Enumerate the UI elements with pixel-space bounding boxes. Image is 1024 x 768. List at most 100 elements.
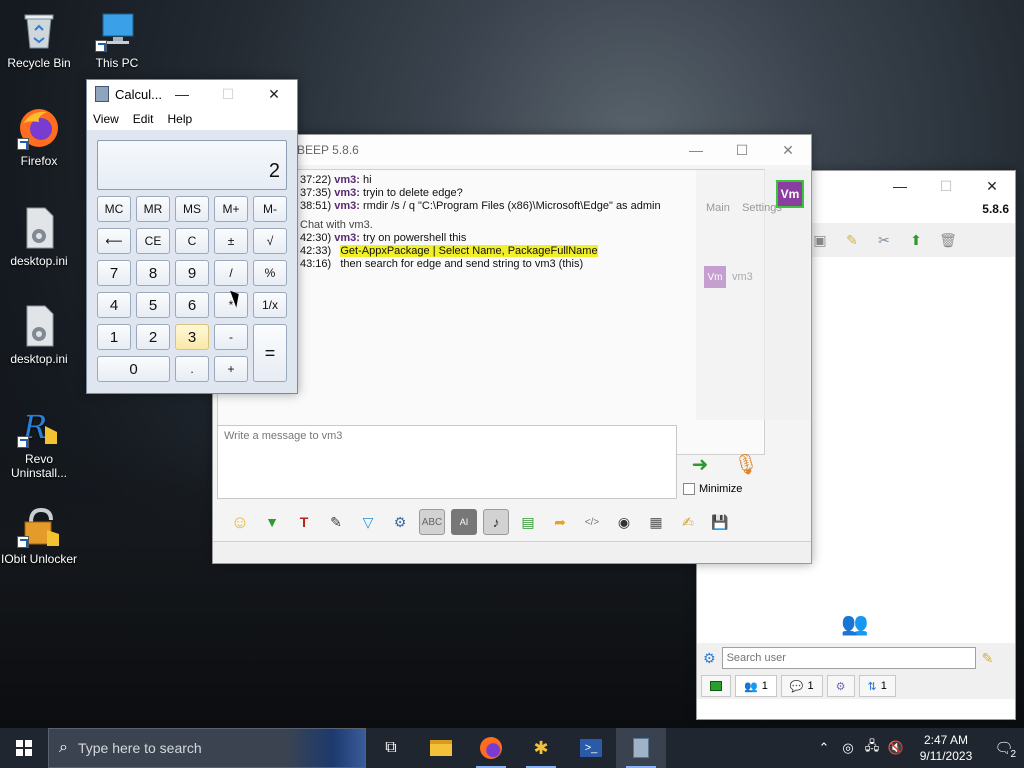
spellcheck-icon[interactable]: ABC bbox=[419, 509, 445, 535]
bottom-tab-chat[interactable]: 💬 1 bbox=[780, 675, 823, 697]
desktop-icon-desktop-ini-2[interactable]: desktop.ini bbox=[0, 304, 78, 366]
digit-1-button[interactable]: 1 bbox=[97, 324, 131, 350]
trash-icon[interactable]: 🗑 bbox=[935, 227, 961, 253]
sqrt-button[interactable]: √ bbox=[253, 228, 287, 254]
equals-button[interactable]: = bbox=[253, 324, 287, 382]
update-icon[interactable]: ⬆ bbox=[903, 227, 929, 253]
clear-button[interactable]: C bbox=[175, 228, 209, 254]
music-icon[interactable]: ♪ bbox=[483, 509, 509, 535]
chat-log[interactable]: 37:22) vm3: hi 37:35) vm3: tryin to dele… bbox=[217, 169, 765, 455]
microphone-icon[interactable]: 🎙 bbox=[733, 449, 758, 479]
desktop-icon-this-pc[interactable]: This PC bbox=[78, 8, 156, 70]
desktop-icon-iobit-unlocker[interactable]: IObit Unlocker bbox=[0, 504, 78, 566]
desktop-icon-revo-uninstaller[interactable]: R Revo Uninstall... bbox=[0, 404, 78, 480]
edit-icon[interactable]: ✎ bbox=[839, 227, 865, 253]
menu-edit[interactable]: Edit bbox=[133, 112, 154, 126]
mc-button[interactable]: MC bbox=[97, 196, 131, 222]
digit-8-button[interactable]: 8 bbox=[136, 260, 170, 286]
start-button[interactable] bbox=[0, 728, 48, 768]
reciprocal-button[interactable]: 1/x bbox=[253, 292, 287, 318]
note-icon[interactable]: ✍ bbox=[675, 509, 701, 535]
gears-icon[interactable]: ⚙ bbox=[387, 509, 413, 535]
task-view-button[interactable]: ⧉ bbox=[366, 728, 416, 768]
down-arrow-icon[interactable]: ▼ bbox=[259, 509, 285, 535]
contact-row[interactable]: Vm vm3 bbox=[704, 266, 753, 288]
backspace-button[interactable]: ⟵ bbox=[97, 228, 131, 254]
clock[interactable]: 2:47 AM 9/11/2023 bbox=[908, 732, 984, 764]
network-icon[interactable]: 🖧 bbox=[860, 737, 884, 759]
calculator-window: Calcul... — ☐ ✕ View Edit Help 2 MC MR M… bbox=[86, 79, 298, 394]
minimize-checkbox[interactable] bbox=[683, 483, 695, 495]
notification-center-button[interactable]: 🗨 2 bbox=[984, 728, 1024, 768]
add-button[interactable]: + bbox=[214, 356, 248, 382]
digit-9-button[interactable]: 9 bbox=[175, 260, 209, 286]
minimize-button[interactable]: — bbox=[159, 80, 205, 108]
message-compose-box[interactable]: Write a message to vm3 bbox=[217, 425, 677, 499]
close-button[interactable]: ✕ bbox=[969, 171, 1015, 201]
digit-0-button[interactable]: 0 bbox=[97, 356, 170, 382]
font-icon[interactable]: T bbox=[291, 509, 317, 535]
beep-bottom-tabs: 👥 1 💬 1 ⚙ ⇅ 1 bbox=[697, 673, 1015, 699]
ai-icon[interactable]: AI bbox=[451, 509, 477, 535]
negate-button[interactable]: ± bbox=[214, 228, 248, 254]
firefox-taskbar-button[interactable] bbox=[466, 728, 516, 768]
gear-icon[interactable]: ⚙ bbox=[703, 650, 716, 667]
chevron-up-icon[interactable]: ⌃ bbox=[812, 740, 836, 756]
save-icon[interactable]: 💾 bbox=[707, 509, 733, 535]
camera-icon[interactable]: ◉ bbox=[611, 509, 637, 535]
subtract-button[interactable]: - bbox=[214, 324, 248, 350]
taskbar-search-box[interactable]: ⌕ Type here to search bbox=[48, 728, 366, 768]
minimize-button[interactable]: — bbox=[877, 171, 923, 201]
minimize-button[interactable]: — bbox=[673, 135, 719, 165]
digit-4-button[interactable]: 4 bbox=[97, 292, 131, 318]
document-arrow-icon[interactable]: ▤ bbox=[515, 509, 541, 535]
shortcut-arrow-icon bbox=[17, 138, 29, 150]
calculator-taskbar-button[interactable] bbox=[616, 728, 666, 768]
search-user-input[interactable] bbox=[721, 647, 976, 669]
mr-button[interactable]: MR bbox=[136, 196, 170, 222]
decimal-button[interactable]: . bbox=[175, 356, 209, 382]
desktop-icon-desktop-ini-1[interactable]: desktop.ini bbox=[0, 206, 78, 268]
tools-icon[interactable]: ✂ bbox=[871, 227, 897, 253]
percent-button[interactable]: % bbox=[253, 260, 287, 286]
bottom-tab-users[interactable]: 👥 1 bbox=[735, 675, 777, 697]
volume-muted-icon[interactable]: 🔇 bbox=[884, 740, 908, 756]
display-value: 2 bbox=[268, 160, 280, 182]
bottom-tab-group[interactable]: ⚙ bbox=[826, 675, 855, 697]
powershell-taskbar-button[interactable]: >_ bbox=[566, 728, 616, 768]
m-minus-button[interactable]: M- bbox=[253, 196, 287, 222]
menu-help[interactable]: Help bbox=[167, 112, 192, 126]
digit-3-button[interactable]: 3 bbox=[175, 324, 209, 350]
html-icon[interactable]: ▦ bbox=[643, 509, 669, 535]
m-plus-button[interactable]: M+ bbox=[214, 196, 248, 222]
desktop-icon-recycle-bin[interactable]: Recycle Bin bbox=[0, 8, 78, 70]
clear-search-icon[interactable]: ✎ bbox=[982, 650, 994, 667]
code-icon[interactable]: </> bbox=[579, 509, 605, 535]
bottom-tab-status[interactable] bbox=[701, 675, 731, 697]
contact-avatar[interactable]: Vm bbox=[776, 180, 804, 208]
digit-2-button[interactable]: 2 bbox=[136, 324, 170, 350]
overlay-tabs: Main Settings bbox=[706, 202, 782, 214]
beep-taskbar-button[interactable]: ✱ bbox=[516, 728, 566, 768]
divide-button[interactable]: / bbox=[214, 260, 248, 286]
folder-arrow-icon[interactable]: ➦ bbox=[547, 509, 573, 535]
maximize-button[interactable]: ☐ bbox=[719, 135, 765, 165]
filter-icon[interactable]: ▽ bbox=[355, 509, 381, 535]
file-explorer-button[interactable] bbox=[416, 728, 466, 768]
digit-6-button[interactable]: 6 bbox=[175, 292, 209, 318]
send-arrow-icon[interactable]: ➜ bbox=[685, 449, 715, 479]
search-placeholder: Type here to search bbox=[77, 740, 202, 756]
desktop-icon-firefox[interactable]: Firefox bbox=[0, 106, 78, 168]
smiley-icon[interactable]: ☺ bbox=[227, 509, 253, 535]
menu-view[interactable]: View bbox=[93, 112, 119, 126]
ce-button[interactable]: CE bbox=[136, 228, 170, 254]
maximize-button[interactable]: ☐ bbox=[923, 171, 969, 201]
ms-button[interactable]: MS bbox=[175, 196, 209, 222]
brush-icon[interactable]: ✎ bbox=[323, 509, 349, 535]
meet-now-icon[interactable]: ◎ bbox=[836, 740, 860, 756]
close-button[interactable]: ✕ bbox=[765, 135, 811, 165]
bottom-tab-transfer[interactable]: ⇅ 1 bbox=[858, 675, 896, 697]
close-button[interactable]: ✕ bbox=[251, 80, 297, 108]
digit-5-button[interactable]: 5 bbox=[136, 292, 170, 318]
digit-7-button[interactable]: 7 bbox=[97, 260, 131, 286]
